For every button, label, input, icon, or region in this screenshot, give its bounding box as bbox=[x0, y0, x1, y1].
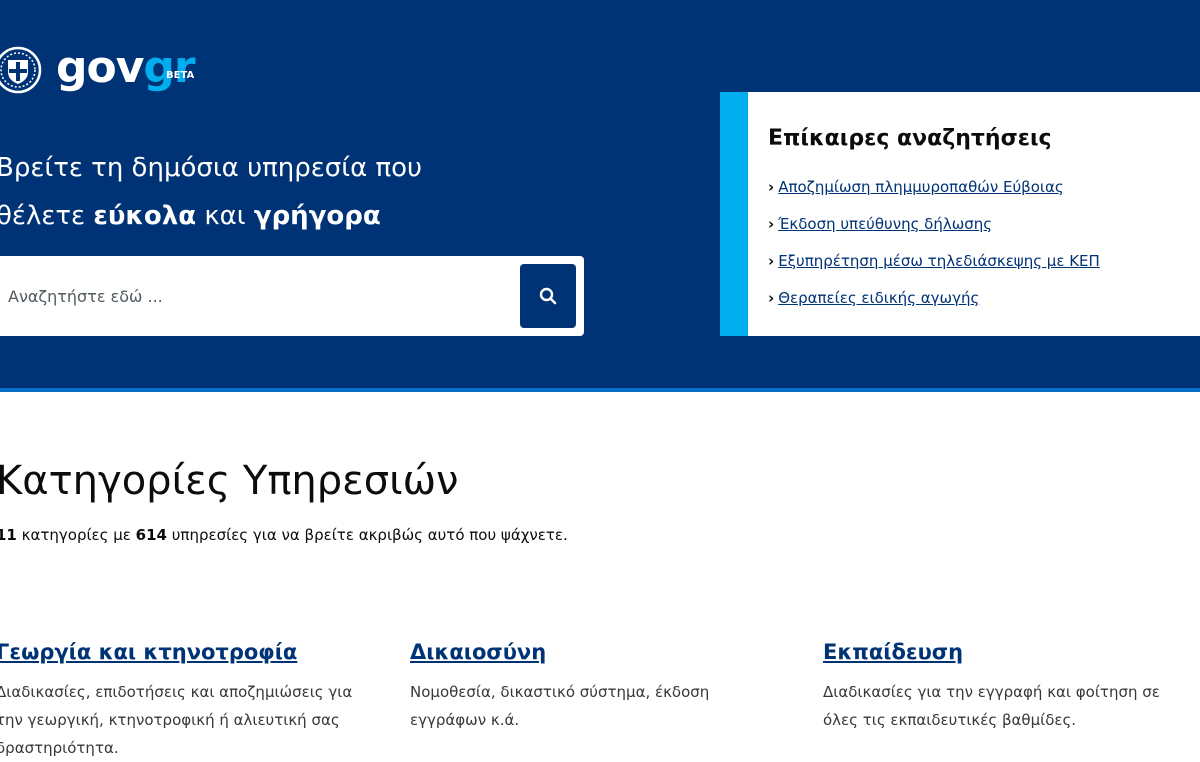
trending-item: › Θεραπείες ειδικής αγωγής bbox=[768, 280, 1200, 317]
categories-title: Κατηγορίες Υπηρεσιών bbox=[0, 458, 459, 504]
greek-emblem-icon bbox=[0, 46, 42, 94]
tagline-part-c: και bbox=[196, 201, 254, 231]
search-box bbox=[0, 256, 584, 336]
category-link-education[interactable]: Εκπαίδευση bbox=[823, 640, 1193, 664]
trending-searches-panel: Επίκαιρες αναζητήσεις › Αποζημίωση πλημμυ… bbox=[720, 92, 1200, 336]
hero-tagline: Βρείτε τη δημόσια υπηρεσία που θέλετε εύ… bbox=[0, 144, 456, 240]
trending-item: › Έκδοση υπεύθυνης δήλωσης bbox=[768, 206, 1200, 243]
chevron-right-icon: › bbox=[768, 289, 775, 307]
summary-text-b: υπηρεσίες για να βρείτε ακριβώς αυτό που… bbox=[166, 526, 568, 544]
search-icon bbox=[539, 287, 557, 305]
category-link-agriculture[interactable]: Γεωργία και κτηνοτροφία bbox=[0, 640, 376, 664]
trending-item: › Αποζημίωση πλημμυροπαθών Εύβοιας bbox=[768, 169, 1200, 206]
trending-list: › Αποζημίωση πλημμυροπαθών Εύβοιας › Έκδοσ… bbox=[768, 169, 1200, 317]
chevron-right-icon: › bbox=[768, 252, 775, 270]
category-card: Δικαιοσύνη Νομοθεσία, δικαστικό σύστημα,… bbox=[410, 640, 790, 734]
trending-link[interactable]: Θεραπείες ειδικής αγωγής bbox=[778, 289, 979, 307]
category-card: Γεωργία και κτηνοτροφία Διαδικασίες, επι… bbox=[0, 640, 376, 762]
category-description: Νομοθεσία, δικαστικό σύστημα, έκδοση εγγ… bbox=[410, 683, 710, 729]
chevron-right-icon: › bbox=[768, 215, 775, 233]
tagline-emphasis-fast: γρήγορα bbox=[253, 201, 381, 231]
tagline-emphasis-easy: εύκολα bbox=[93, 201, 197, 231]
category-card: Εκπαίδευση Διαδικασίες για την εγγραφή κ… bbox=[823, 640, 1193, 734]
category-description: Διαδικασίες για την εγγραφή και φοίτηση … bbox=[823, 683, 1160, 729]
categories-summary: 11 κατηγορίες με 614 υπηρεσίες για να βρ… bbox=[0, 526, 568, 544]
categories-count: 11 bbox=[0, 526, 17, 544]
trending-link[interactable]: Αποζημίωση πλημμυροπαθών Εύβοιας bbox=[778, 178, 1063, 196]
search-button[interactable] bbox=[520, 264, 576, 328]
govgr-wordmark: govgr bbox=[56, 40, 196, 96]
chevron-right-icon: › bbox=[768, 178, 775, 196]
category-link-justice[interactable]: Δικαιοσύνη bbox=[410, 640, 790, 664]
search-input[interactable] bbox=[0, 256, 512, 336]
summary-text-a: κατηγορίες με bbox=[16, 526, 136, 544]
tagline-line1: Βρείτε τη δημόσια υπηρεσία που bbox=[0, 153, 423, 183]
tagline-part-a: θέλετε bbox=[0, 201, 94, 231]
beta-badge: BETA bbox=[166, 70, 195, 81]
trending-link[interactable]: Εξυπηρέτηση μέσω τηλεδιάσκεψης με ΚΕΠ bbox=[778, 252, 1100, 270]
hero-banner: govgr BETA Βρείτε τη δημόσια υπηρεσία πο… bbox=[0, 0, 1200, 392]
logo-gov-text: gov bbox=[56, 42, 144, 93]
category-description: Διαδικασίες, επιδοτήσεις και αποζημιώσει… bbox=[0, 683, 353, 757]
trending-link[interactable]: Έκδοση υπεύθυνης δήλωσης bbox=[778, 215, 992, 233]
logo-gr-text: gr bbox=[143, 42, 195, 93]
trending-title: Επίκαιρες αναζητήσεις bbox=[768, 126, 1052, 151]
trending-item: › Εξυπηρέτηση μέσω τηλεδιάσκεψης με ΚΕΠ bbox=[768, 243, 1200, 280]
services-count: 614 bbox=[135, 526, 167, 544]
